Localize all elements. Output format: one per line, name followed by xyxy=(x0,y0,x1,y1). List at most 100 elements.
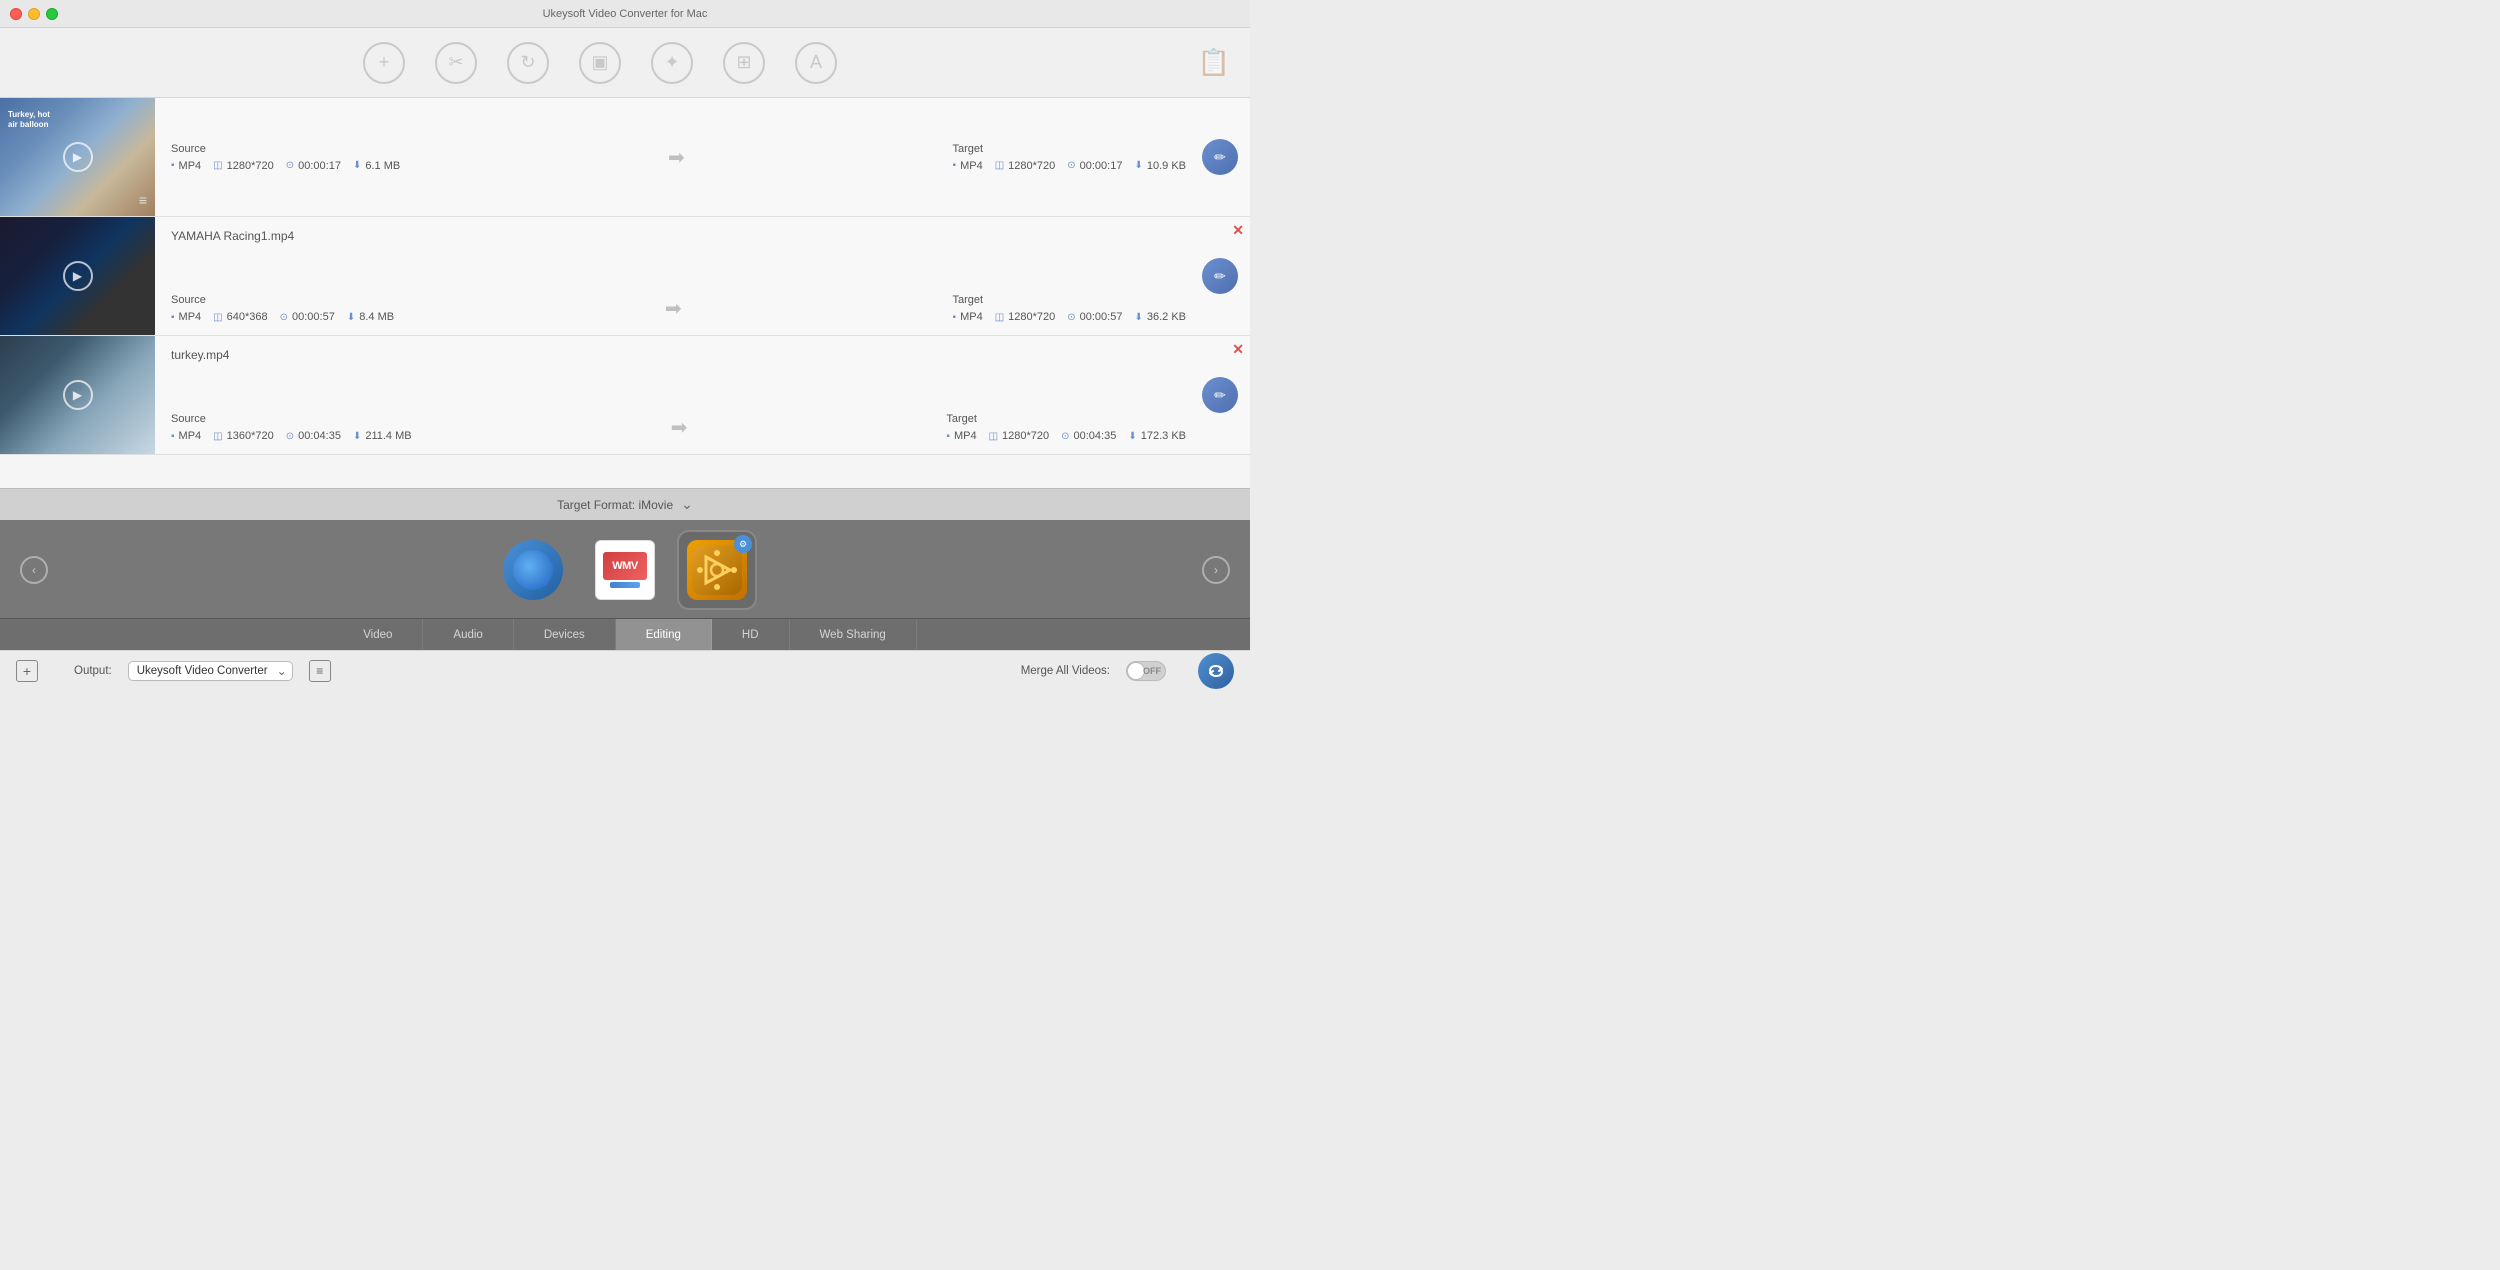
tab-editing[interactable]: Editing xyxy=(616,619,712,650)
source-resolution-2: ◫ 640*368 xyxy=(213,311,267,323)
arrow-1: ➡ xyxy=(410,145,942,170)
minimize-window-button[interactable] xyxy=(28,8,40,20)
source-section-2: Source ▪ MP4 ◫ 640*368 ⊙ 00:00:57 xyxy=(171,294,394,323)
merge-label: Merge All Videos: xyxy=(1021,665,1110,677)
nav-prev-button[interactable]: ‹ xyxy=(20,556,48,584)
source-section-3: Source ▪ MP4 ◫ 1360*720 ⊙ 00:04:35 xyxy=(171,413,412,442)
video-info-3: turkey.mp4 Source ▪ MP4 ◫ 1360*720 xyxy=(155,336,1202,454)
source-target-container-1: Source ▪ MP4 ◫ 1280*720 ⊙ xyxy=(171,110,1186,204)
arrow-2: ➡ xyxy=(404,296,942,321)
format-icons-row: ‹ xyxy=(0,520,1250,615)
imovie-svg xyxy=(692,545,742,595)
target-meta-3: ▪ MP4 ◫ 1280*720 ⊙ 00:04:35 ⬇ xyxy=(946,430,1186,442)
effects-button[interactable]: ✦ xyxy=(651,42,693,84)
edit-button-3[interactable]: ✏ xyxy=(1202,377,1238,413)
source-resolution-3: ◫ 1360*720 xyxy=(213,430,274,442)
target-section-1: Target ▪ MP4 ◫ 1280*720 ⊙ xyxy=(953,143,1186,172)
crop-button[interactable]: ▣ xyxy=(579,42,621,84)
target-resolution-1: ◫ 1280*720 xyxy=(995,160,1056,172)
play-button-1[interactable]: ▶ xyxy=(63,142,93,172)
video-info-1: Source ▪ MP4 ◫ 1280*720 ⊙ xyxy=(155,98,1202,216)
video-list: Turkey, hotair balloon ▶ ≡ Source ▪ MP4 xyxy=(0,98,1250,488)
settings-badge-icon: ⚙ xyxy=(734,535,752,553)
film-icon-1: ▪ xyxy=(171,160,175,171)
window-title: Ukeysoft Video Converter for Mac xyxy=(543,8,708,20)
tab-audio[interactable]: Audio xyxy=(423,619,513,650)
target-format-3: ▪ MP4 xyxy=(946,430,976,442)
target-format-bar[interactable]: Target Format: iMovie ⌄ xyxy=(0,488,1250,520)
toolbar-icons: + ✂ ↻ ▣ ✦ ⊞ A xyxy=(20,42,1180,84)
source-duration-1: ⊙ 00:00:17 xyxy=(286,160,341,172)
merge-toggle[interactable]: OFF xyxy=(1126,661,1166,681)
source-duration-2: ⊙ 00:00:57 xyxy=(280,311,335,323)
tab-hd[interactable]: HD xyxy=(712,619,790,650)
watermark-button[interactable]: A xyxy=(795,42,837,84)
target-duration-3: ⊙ 00:04:35 xyxy=(1061,430,1116,442)
close-button-3[interactable]: ✕ xyxy=(1232,342,1244,356)
source-size-1: ⬇ 6.1 MB xyxy=(353,160,400,172)
source-target-row-1: Source ▪ MP4 ◫ 1280*720 ⊙ xyxy=(171,143,1186,172)
close-button-2[interactable]: ✕ xyxy=(1232,223,1244,237)
settings-icon[interactable]: 📋 xyxy=(1198,47,1230,78)
convert-button[interactable] xyxy=(1198,653,1234,689)
target-resolution-2: ◫ 1280*720 xyxy=(995,311,1056,323)
toggle-track[interactable]: OFF xyxy=(1126,661,1166,681)
add-video-button-bottom[interactable]: + xyxy=(16,660,38,682)
chevron-down-icon: ⌄ xyxy=(681,496,693,513)
format-icon-video-converter[interactable] xyxy=(493,530,573,610)
source-size-3: ⬇ 211.4 MB xyxy=(353,430,412,442)
target-meta-2: ▪ MP4 ◫ 1280*720 ⊙ 00:00:57 ⬇ xyxy=(953,311,1186,323)
maximize-window-button[interactable] xyxy=(46,8,58,20)
tab-video[interactable]: Video xyxy=(333,619,423,650)
source-target-row-3: Source ▪ MP4 ◫ 1360*720 ⊙ 00:04:35 xyxy=(171,413,1186,442)
play-button-3[interactable]: ▶ xyxy=(63,380,93,410)
source-size-2: ⬇ 8.4 MB xyxy=(347,311,394,323)
target-duration-1: ⊙ 00:00:17 xyxy=(1067,160,1122,172)
title-bar: Ukeysoft Video Converter for Mac xyxy=(0,0,1250,28)
target-meta-1: ▪ MP4 ◫ 1280*720 ⊙ 00:00:17 xyxy=(953,160,1186,172)
effects-icon: ✦ xyxy=(651,42,693,84)
subtitle-button[interactable]: ⊞ xyxy=(723,42,765,84)
close-window-button[interactable] xyxy=(10,8,22,20)
source-meta-1: ▪ MP4 ◫ 1280*720 ⊙ 00:00:17 xyxy=(171,160,400,172)
video-thumbnail-2[interactable]: ▶ xyxy=(0,217,155,335)
target-section-3: Target ▪ MP4 ◫ 1280*720 ⊙ 00:04:35 xyxy=(946,413,1186,442)
edit-button-2[interactable]: ✏ xyxy=(1202,258,1238,294)
play-button-2[interactable]: ▶ xyxy=(63,261,93,291)
tab-web-sharing[interactable]: Web Sharing xyxy=(790,619,917,650)
convert-icon xyxy=(1207,662,1225,680)
target-size-3: ⬇ 172.3 KB xyxy=(1128,430,1186,442)
source-format-2: ▪ MP4 xyxy=(171,311,201,323)
video-thumbnail-1[interactable]: Turkey, hotair balloon ▶ ≡ xyxy=(0,98,155,216)
target-label-1: Target xyxy=(953,143,1186,155)
toolbar: + ✂ ↻ ▣ ✦ ⊞ A 📋 xyxy=(0,28,1250,98)
target-section-2: Target ▪ MP4 ◫ 1280*720 ⊙ 00:00:57 xyxy=(953,294,1186,323)
source-meta-3: ▪ MP4 ◫ 1360*720 ⊙ 00:04:35 ⬇ xyxy=(171,430,412,442)
video-thumbnail-3[interactable]: ▶ xyxy=(0,336,155,454)
output-folder-button[interactable]: ≡ xyxy=(309,660,331,682)
video-item-2: ▶ YAMAHA Racing1.mp4 Source ▪ MP4 ◫ 640*… xyxy=(0,217,1250,336)
source-format-1: ▪ MP4 xyxy=(171,160,201,172)
nav-next-button[interactable]: › xyxy=(1202,556,1230,584)
bottom-panel: ‹ xyxy=(0,520,1250,650)
format-icon-imovie[interactable]: ⚙ xyxy=(677,530,757,610)
menu-icon-1: ≡ xyxy=(139,192,147,208)
source-section-1: Source ▪ MP4 ◫ 1280*720 ⊙ xyxy=(171,143,400,172)
edit-button-1[interactable]: ✏ xyxy=(1202,139,1238,175)
target-label-3: Target xyxy=(946,413,1186,425)
output-select[interactable]: Ukeysoft Video Converter xyxy=(128,661,293,681)
source-label-2: Source xyxy=(171,294,394,306)
cut-button[interactable]: ✂ xyxy=(435,42,477,84)
source-format-3: ▪ MP4 xyxy=(171,430,201,442)
rotate-button[interactable]: ↻ xyxy=(507,42,549,84)
arrow-3: ➡ xyxy=(422,415,937,440)
output-select-wrapper[interactable]: Ukeysoft Video Converter xyxy=(128,661,293,681)
format-icon-wmv[interactable]: WMV xyxy=(585,530,665,610)
source-resolution-1: ◫ 1280*720 xyxy=(213,160,274,172)
source-label-1: Source xyxy=(171,143,400,155)
crop-icon: ▣ xyxy=(579,42,621,84)
add-video-button[interactable]: + xyxy=(363,42,405,84)
output-label: Output: xyxy=(74,665,112,677)
tab-devices[interactable]: Devices xyxy=(514,619,616,650)
source-target-row-2: Source ▪ MP4 ◫ 640*368 ⊙ 00:00:57 xyxy=(171,294,1186,323)
